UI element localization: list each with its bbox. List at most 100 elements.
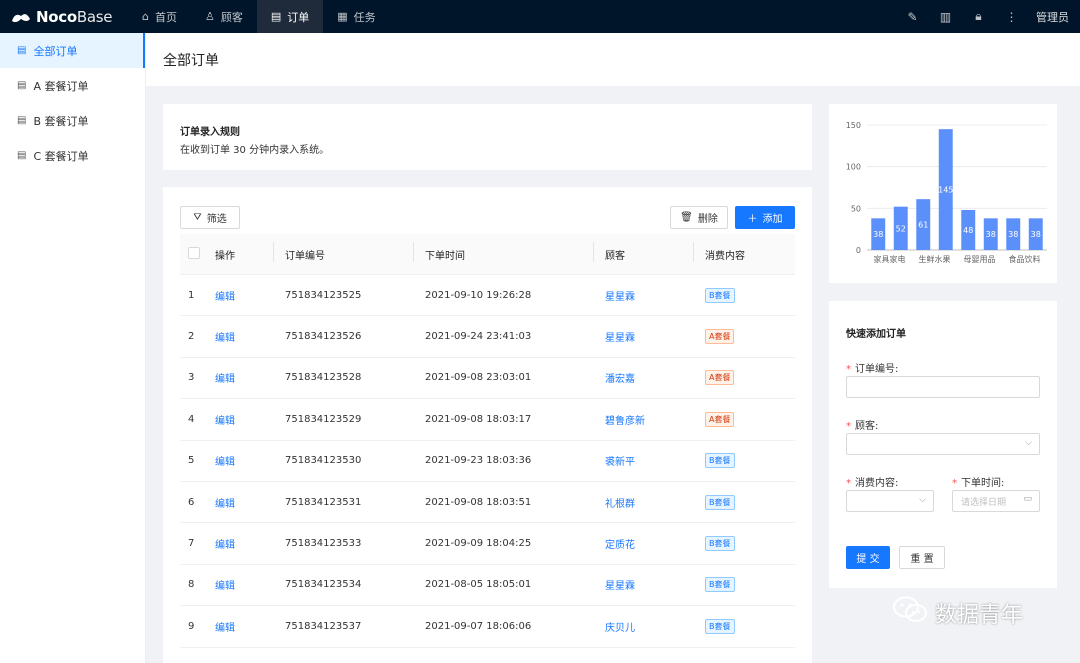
filter-button[interactable]: ⛛ 筛选	[180, 206, 240, 229]
package-tag: B套餐	[705, 536, 735, 552]
order-time-cell: 2021-09-23 18:03:36	[425, 455, 532, 467]
customer-link[interactable]: 礼根群	[605, 499, 635, 510]
customer-link[interactable]: 潘宏嘉	[605, 374, 635, 385]
order-time-cell: 2021-09-09 18:04:25	[425, 538, 532, 550]
logo[interactable]: NocoBase	[0, 8, 128, 26]
table-header: 操作 订单编号 下单时间 顾客 消费内容	[180, 234, 795, 275]
user-menu[interactable]: 管理员	[1028, 9, 1080, 25]
nav-item-home[interactable]: ⌂ 首页	[128, 0, 191, 33]
customer-link[interactable]: 星星霖	[605, 333, 635, 344]
file-icon: ▤	[270, 10, 282, 23]
edit-link[interactable]: 编辑	[215, 416, 235, 427]
bar-value-label: 38	[873, 230, 883, 239]
edit-link[interactable]: 编辑	[215, 333, 235, 344]
form-title: 快速添加订单	[846, 329, 906, 340]
order-id-cell: 751834123529	[285, 413, 362, 425]
design-icon[interactable]: ✎	[896, 0, 929, 33]
home-icon: ⌂	[142, 10, 149, 23]
bar-value-label: 38	[1008, 230, 1018, 239]
order-time-cell: 2021-08-05 18:05:01	[425, 579, 532, 591]
customer-link[interactable]: 星星霖	[605, 292, 635, 303]
sidebar-item-all-orders[interactable]: ▤ 全部订单	[0, 33, 145, 68]
submit-button[interactable]: 提 交	[846, 546, 890, 569]
filter-icon: ⛛	[193, 212, 202, 223]
reset-button[interactable]: 重 置	[899, 546, 945, 569]
edit-link[interactable]: 编辑	[215, 581, 235, 592]
order-id-cell: 751834123537	[285, 620, 362, 632]
y-tick-label: 150	[846, 121, 861, 130]
y-tick-label: 50	[851, 204, 861, 213]
order-id-cell: 751834123528	[285, 372, 362, 384]
lock-icon[interactable]: 🔒︎	[962, 0, 995, 33]
col-header-action: 操作	[215, 250, 235, 262]
customer-link[interactable]: 裘新平	[605, 457, 635, 468]
rule-card: 订单录入规则 在收到订单 30 分钟内录入系统。	[163, 104, 812, 170]
order-id-input[interactable]	[846, 376, 1040, 398]
order-id-cell: 751834123526	[285, 331, 362, 343]
table-row: 5 编辑 751834123530 2021-09-23 18:03:36 裘新平 B套餐	[180, 441, 795, 482]
row-number: 1	[188, 289, 195, 301]
customer-link[interactable]: 庆贝儿	[605, 623, 635, 634]
package-tag: A套餐	[705, 329, 735, 345]
watermark-text: 数据青年	[935, 603, 1024, 628]
order-time-cell: 2021-09-24 23:41:03	[425, 331, 532, 343]
col-header-order-id: 订单编号	[273, 241, 413, 262]
sidebar-item-b-orders[interactable]: ▤ B 套餐订单	[0, 103, 145, 138]
x-tick-label: 家具家电	[874, 254, 906, 264]
edit-link[interactable]: 编辑	[215, 499, 235, 510]
edit-link[interactable]: 编辑	[215, 374, 235, 385]
x-tick-label: 生鲜水果	[919, 254, 951, 264]
trash-icon: 🗑︎	[680, 212, 693, 223]
order-id-label: * 订单编号:	[846, 364, 899, 375]
edit-link[interactable]: 编辑	[215, 540, 235, 551]
customer-select[interactable]: ⌵	[846, 433, 1040, 455]
page-header: 全部订单	[146, 33, 1080, 86]
x-tick-label: 母婴用品	[964, 255, 996, 264]
edit-link[interactable]: 编辑	[215, 457, 235, 468]
customer-link[interactable]: 碧鲁彦新	[605, 416, 645, 427]
table-row: 3 编辑 751834123528 2021-09-08 23:03:01 潘宏嘉 A套餐	[180, 358, 795, 400]
sidebar-item-a-orders[interactable]: ▤ A 套餐订单	[0, 68, 145, 103]
table-row: 8 编辑 751834123534 2021-08-05 18:05:01 星星霖 B套餐	[180, 565, 795, 607]
nav-item-tasks[interactable]: ▦ 任务	[323, 0, 389, 33]
task-icon: ▦	[337, 10, 348, 23]
bar-value-label: 38	[1031, 230, 1041, 239]
package-tag: B套餐	[705, 287, 735, 303]
nav-item-orders[interactable]: ▤ 订单	[256, 0, 324, 33]
edit-link[interactable]: 编辑	[215, 623, 235, 634]
order-time-cell: 2021-09-10 19:26:28	[425, 289, 532, 301]
order-time-cell: 2021-09-08 18:03:17	[425, 413, 532, 425]
bar-value-label: 52	[896, 224, 906, 233]
customer-link[interactable]: 星星霖	[605, 581, 635, 592]
wechat-icon	[893, 596, 927, 630]
order-id-cell: 751834123531	[285, 496, 362, 508]
delete-button[interactable]: 🗑︎ 删除	[670, 206, 728, 229]
package-tag: B套餐	[705, 618, 735, 634]
layout-icon[interactable]: ▥	[929, 0, 962, 33]
row-number: 7	[188, 538, 195, 550]
edit-link[interactable]: 编辑	[215, 292, 235, 303]
add-button[interactable]: ＋添加	[735, 206, 795, 229]
quick-add-form: 快速添加订单 * 订单编号: * 顾客: ⌵ * 消费内容: ⌵ * 下单时间: 请选择…	[829, 301, 1057, 588]
content-select[interactable]: ⌵	[846, 490, 934, 512]
table-row: 2 编辑 751834123526 2021-09-24 23:41:03 星星霖 A套餐	[180, 316, 795, 358]
row-number: 6	[188, 496, 195, 508]
rule-title: 订单录入规则	[180, 127, 240, 138]
col-header-time: 下单时间	[413, 241, 593, 262]
rule-text: 在收到订单 30 分钟内录入系统。	[180, 145, 330, 156]
bar-value-label: 48	[963, 226, 973, 235]
row-number: 3	[188, 372, 195, 384]
y-tick-label: 100	[846, 163, 861, 172]
chevron-down-icon: ⌵	[919, 495, 926, 505]
col-header-content: 消费内容	[693, 241, 795, 262]
sidebar-item-c-orders[interactable]: ▤ C 套餐订单	[0, 138, 145, 173]
bar-chart: 0 50 100 150 38 家具家电 52 61 生鲜水果 145 48 母婴用品 38 38 食品饮料…	[846, 121, 1047, 264]
select-all-checkbox[interactable]	[188, 246, 200, 259]
order-id-cell: 751834123533	[285, 538, 362, 550]
date-picker[interactable]: 请选择日期 ▭	[952, 490, 1040, 512]
order-time-cell: 2021-09-08 18:03:51	[425, 496, 532, 508]
customer-link[interactable]: 定质花	[605, 540, 635, 551]
nav-item-customers[interactable]: ♙ 顾客	[191, 0, 257, 33]
more-icon[interactable]: ⋮	[995, 0, 1028, 33]
orders-table-card: ⛛ 筛选 🗑︎ 删除 ＋添加 操作 订单编号 下单时间 顾客 消费内容 1 编辑 751…	[163, 187, 812, 663]
